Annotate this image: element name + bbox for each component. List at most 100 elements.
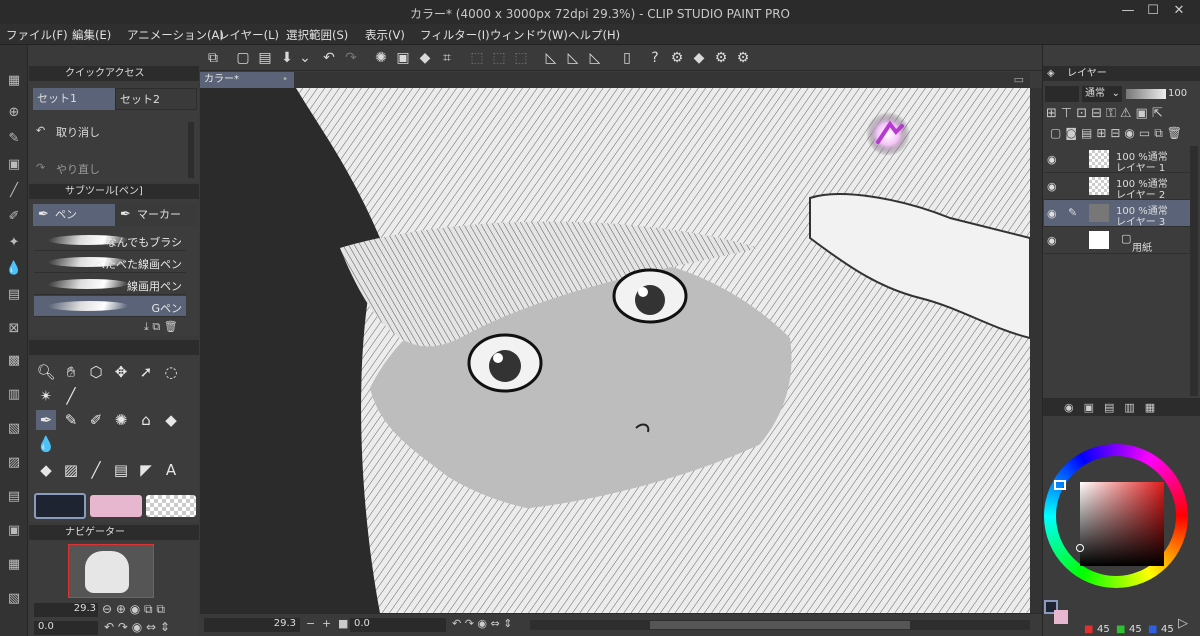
airbrush-icon[interactable]: ✺ [111, 410, 131, 430]
invert-selection-icon[interactable]: ⬚ [490, 49, 508, 67]
drawing-canvas[interactable] [200, 88, 1030, 613]
menu-help[interactable]: ヘルプ(H) [568, 27, 620, 43]
quick-access-scrollbar[interactable] [188, 122, 194, 178]
move-icon[interactable]: ✥ [111, 362, 131, 382]
close-panel-icon[interactable]: ⊠ [4, 319, 24, 339]
close-icon[interactable]: ✕ [1168, 3, 1190, 21]
select-tool-icon[interactable]: ✎ [4, 129, 24, 149]
brush-icon[interactable]: ✐ [86, 410, 106, 430]
brush-item[interactable]: なんでもブラシ [34, 230, 186, 251]
save-dropdown-icon[interactable]: ⌄ [296, 49, 314, 67]
tab-close-icon[interactable]: • [282, 72, 288, 88]
canvas-tab[interactable]: カラー* • [200, 72, 294, 88]
ruler-snap-icon[interactable]: ◺ [542, 49, 560, 67]
open-file-icon[interactable]: ▤ [256, 49, 274, 67]
zoom-in-icon[interactable]: + [322, 617, 331, 630]
menu-file[interactable]: ファイル(F) [6, 27, 68, 43]
pen-tool-icon-selected[interactable]: ✒ [36, 410, 56, 430]
gradient-icon[interactable]: ▨ [61, 460, 81, 480]
material-icon[interactable]: ▩ [4, 351, 24, 371]
menu-selection[interactable]: 選択範囲(S) [286, 27, 348, 43]
quick-access-tab-set2[interactable]: セット2 [115, 88, 197, 110]
transform-icon[interactable]: ⌗ [438, 49, 456, 67]
menu-filter[interactable]: フィルター(I) [420, 27, 490, 43]
clip-studio-icon[interactable]: ⧉ [204, 49, 222, 67]
brush-item[interactable]: 線画用ペン [34, 274, 186, 295]
layer-tool-icon[interactable]: ▣ [4, 155, 24, 175]
color-picker-marker[interactable] [1076, 544, 1084, 552]
layer-color-select[interactable] [1045, 86, 1079, 102]
eye-icon[interactable]: ◉ [1047, 180, 1057, 193]
text-icon[interactable]: A [161, 460, 181, 480]
panel-toggle-icon[interactable]: ▦ [4, 71, 24, 91]
info-icon[interactable]: ▣ [4, 521, 24, 541]
redo-label[interactable]: やり直し [56, 161, 100, 177]
menu-view[interactable]: 表示(V) [365, 27, 405, 43]
undo-label[interactable]: 取り消し [56, 124, 100, 140]
color-sub-indicator[interactable] [1054, 610, 1068, 624]
clear-icon[interactable]: ▣ [394, 49, 412, 67]
loading-icon[interactable]: ✺ [372, 49, 390, 67]
layer-scrollbar[interactable] [1190, 146, 1198, 396]
undo-cmd-icon[interactable]: ↶ [320, 49, 338, 67]
main-color-swatch[interactable] [34, 493, 86, 519]
misc-panel-icon[interactable]: ▧ [4, 589, 24, 609]
menu-edit[interactable]: 編集(E) [72, 27, 111, 43]
select-arrow-icon[interactable]: ➚ [136, 362, 156, 382]
blend-tool-icon[interactable]: 💧 [4, 259, 24, 279]
settings-gear-icon[interactable]: ⚙ [668, 49, 686, 67]
layer-row[interactable]: ◉ ▢ 用紙 [1044, 227, 1190, 254]
opacity-slider[interactable] [1126, 89, 1166, 99]
history-icon[interactable]: ▥ [4, 385, 24, 405]
canvas-vertical-scrollbar[interactable] [1030, 88, 1042, 613]
color-wheel[interactable] [1044, 444, 1188, 588]
layer-option-icons[interactable]: ⊞⊤⊡⊟⚿⚠▣⇱ [1046, 106, 1167, 121]
navigator-thumbnail[interactable] [68, 544, 154, 598]
zoom-icon[interactable]: 🔍︎ [36, 362, 56, 382]
decoration-icon[interactable]: ⌂ [136, 410, 156, 430]
figure-icon[interactable]: ╱ [86, 460, 106, 480]
magic-wand-icon[interactable]: ✴ [36, 386, 56, 406]
navigator-rotation-controls[interactable]: ↶ ↷ ◉ ⇔ ⇕ [104, 620, 170, 634]
ruler-icon[interactable]: ◤ [136, 460, 156, 480]
saturation-value-square[interactable] [1080, 482, 1164, 566]
maximize-icon[interactable]: ☐ [1142, 3, 1164, 21]
redo-cmd-icon[interactable]: ↷ [342, 49, 360, 67]
airbrush-tool-icon[interactable]: ✦ [4, 233, 24, 253]
zoom-out-icon[interactable]: − [306, 617, 315, 630]
zoom-tool-icon[interactable]: ⊕ [4, 103, 24, 123]
selection-border-icon[interactable]: ⬚ [512, 49, 530, 67]
eyedropper-icon[interactable]: ╱ [61, 386, 81, 406]
color-set-icon[interactable]: ▨ [4, 453, 24, 473]
quick-access-tab-set1[interactable]: セット1 [33, 88, 115, 110]
menu-window[interactable]: ウィンドウ(W) [490, 27, 568, 43]
eye-icon[interactable]: ◉ [1047, 207, 1057, 220]
eye-icon[interactable]: ◉ [1047, 234, 1057, 247]
rotate-object-icon[interactable]: ⬡ [86, 362, 106, 382]
ruler-icon[interactable]: ◺ [564, 49, 582, 67]
status-zoom-field[interactable]: 29.3 [204, 618, 300, 632]
pencil-icon[interactable]: ✎ [61, 410, 81, 430]
brush-item-selected[interactable]: Gペン [34, 296, 186, 317]
blend-icon[interactable]: 💧 [36, 434, 56, 454]
navigator-zoom-controls[interactable]: ⊖ ⊕ ◉ ⧉ ⧉ [102, 602, 165, 617]
layer-action-icons[interactable]: ▢◙▤⊞⊟◉▭⧉🗑 [1050, 126, 1186, 141]
undo-icon[interactable]: ↶ [36, 124, 45, 137]
rotation-controls[interactable]: ↶ ↷ ◉ ⇔ ⇕ [452, 617, 512, 630]
fill-icon[interactable]: ◆ [36, 460, 56, 480]
play-circle-icon[interactable]: ▷ [1178, 616, 1188, 631]
help-icon[interactable]: ? [646, 49, 664, 67]
transparent-color-swatch[interactable] [146, 495, 196, 517]
minimize-icon[interactable]: — [1117, 3, 1139, 21]
sub-tool-action-icons[interactable]: ⤓ ⧉ 🗑 [144, 320, 178, 334]
brush-item[interactable]: べたべた線画ペン [34, 252, 186, 273]
deselect-icon[interactable]: ⬚ [468, 49, 486, 67]
fit-icon[interactable]: ■ [338, 617, 348, 630]
fill-cmd-icon[interactable]: ◆ [416, 49, 434, 67]
grid-snap-icon[interactable]: ◺ [586, 49, 604, 67]
brush-tool-icon[interactable]: ✐ [4, 207, 24, 227]
layer-row-selected[interactable]: ◉ ✎ 100 %通常 レイヤー 3 [1044, 200, 1190, 228]
gear-icon[interactable]: ⚙ [734, 49, 752, 67]
hand-icon[interactable]: ✋︎ [61, 362, 81, 382]
navigator-rotation-slider[interactable]: 0.0 [34, 621, 98, 635]
